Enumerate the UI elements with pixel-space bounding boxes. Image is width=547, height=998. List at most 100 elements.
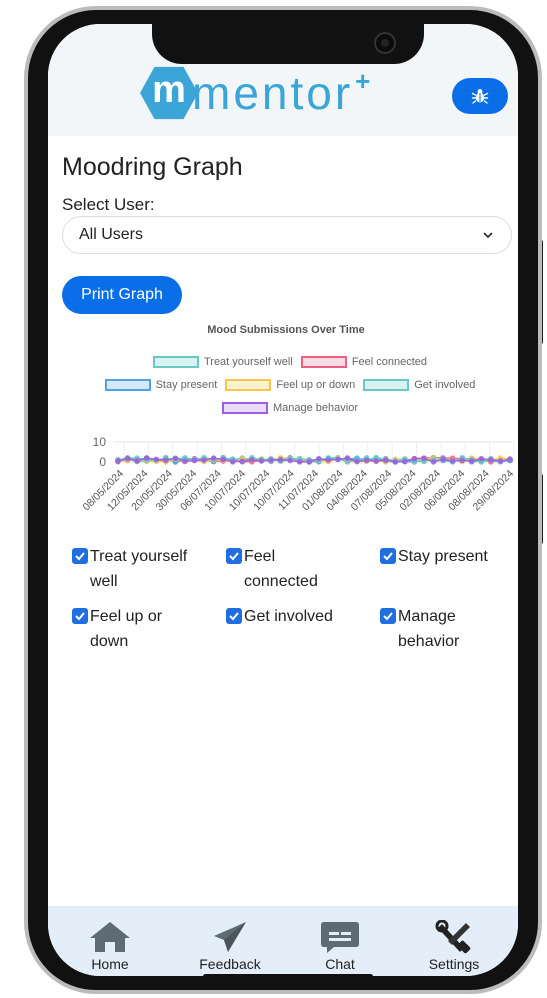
checkbox-icon <box>226 608 242 624</box>
checkbox-icon <box>72 608 88 624</box>
checkbox-icon <box>380 608 396 624</box>
legend-label: Treat yourself well <box>203 356 293 368</box>
logo-text: mentor <box>192 67 354 119</box>
data-point <box>201 457 207 463</box>
checkbox-label: Feel connected <box>244 548 318 590</box>
user-select-value: All Users <box>79 226 144 243</box>
data-point <box>172 455 179 462</box>
select-user-label: Select User: <box>62 195 155 214</box>
app-screen: m mentor + Moodring Graph Select User: A… <box>48 24 518 976</box>
data-point <box>402 458 408 465</box>
legend-swatch <box>104 379 151 391</box>
data-point <box>344 455 351 461</box>
legend-swatch <box>221 402 268 414</box>
data-point <box>229 458 236 465</box>
legend-item[interactable]: Treat yourself well <box>152 356 293 368</box>
data-point <box>220 456 226 463</box>
legend-row-1: Treat yourself well Feel connected <box>60 356 518 368</box>
checkbox-feel-up-or-down[interactable]: Feel up or down <box>72 604 182 654</box>
logo-plus: + <box>355 65 371 96</box>
legend-item[interactable]: Get involved <box>363 379 475 391</box>
checkbox-label: Stay present <box>398 548 488 565</box>
data-point <box>354 458 360 465</box>
checkbox-get-involved[interactable]: Get involved <box>226 604 376 629</box>
checkbox-manage-behavior[interactable]: Manage behavior <box>380 604 480 654</box>
nav-home[interactable]: Home <box>70 920 150 972</box>
phone-frame: m mentor + Moodring Graph Select User: A… <box>24 6 542 994</box>
legend-swatch <box>152 356 199 368</box>
print-graph-button[interactable]: Print Graph <box>62 276 182 314</box>
legend-item[interactable]: Feel connected <box>300 356 427 368</box>
paper-plane-icon <box>214 922 246 952</box>
tools-icon <box>435 920 471 954</box>
y-tick-label: 0 <box>99 455 106 469</box>
data-point <box>182 458 188 465</box>
data-point <box>115 458 121 464</box>
legend-item[interactable]: Feel up or down <box>225 379 355 391</box>
data-point <box>325 457 332 463</box>
camera-icon <box>374 32 396 54</box>
data-point <box>488 457 494 463</box>
nav-chat[interactable]: Chat <box>300 920 380 972</box>
data-point <box>287 457 293 464</box>
data-point <box>421 455 427 462</box>
data-point <box>440 456 446 463</box>
bottom-nav: Home Feedback Chat Settings <box>48 906 518 976</box>
page-title: Moodring Graph <box>62 153 243 181</box>
data-point <box>191 457 198 464</box>
nav-settings-label: Settings <box>428 956 480 972</box>
data-point <box>373 458 379 464</box>
data-point <box>335 456 341 463</box>
data-point <box>134 457 140 464</box>
notch <box>152 24 424 64</box>
legend-item[interactable]: Manage behavior <box>221 402 358 414</box>
data-point <box>124 455 131 462</box>
mood-chart: Mood Submissions Over Time Treat yoursel… <box>60 322 518 532</box>
checkbox-label: Feel up or down <box>90 608 163 650</box>
data-point <box>153 456 160 463</box>
data-point <box>363 457 370 464</box>
checkbox-feel-connected[interactable]: Feel connected <box>226 544 336 594</box>
data-point <box>163 457 169 464</box>
checkbox-icon <box>226 548 242 564</box>
mentor-logo: m mentor + <box>140 62 370 124</box>
checkbox-icon <box>380 548 396 564</box>
data-point <box>459 457 465 464</box>
data-point <box>315 455 322 462</box>
nav-feedback[interactable]: Feedback <box>190 920 270 972</box>
legend-swatch <box>225 379 272 391</box>
nav-feedback-label: Feedback <box>199 956 261 972</box>
legend-label: Stay present <box>155 379 218 391</box>
data-point <box>249 457 255 463</box>
data-point <box>210 455 217 461</box>
legend-label: Feel up or down <box>276 379 356 391</box>
checkbox-stay-present[interactable]: Stay present <box>380 544 518 569</box>
data-point <box>277 456 284 463</box>
chart-plot-area: 10008/05/202412/05/202420/05/202430/05/2… <box>80 435 516 513</box>
legend-row-2: Stay present Feel up or down Get involve… <box>60 379 518 391</box>
bug-report-button[interactable] <box>452 78 508 114</box>
legend-label: Get involved <box>414 379 476 391</box>
legend-swatch <box>300 356 347 368</box>
checkbox-treat-yourself-well[interactable]: Treat yourself well <box>72 544 212 594</box>
data-point <box>306 458 313 465</box>
data-point <box>296 459 303 465</box>
data-point <box>239 458 246 465</box>
bug-icon <box>471 89 489 104</box>
legend-item[interactable]: Stay present <box>104 379 218 391</box>
nav-home-label: Home <box>91 956 129 972</box>
data-point <box>468 458 475 464</box>
data-point <box>143 455 150 461</box>
data-point <box>449 457 456 464</box>
legend-row-3: Manage behavior <box>60 402 518 414</box>
checkbox-label: Get involved <box>244 608 333 625</box>
legend-swatch <box>363 379 410 391</box>
data-point <box>382 457 389 464</box>
data-point <box>430 459 437 465</box>
nav-settings[interactable]: Settings <box>414 920 494 972</box>
user-select[interactable]: All Users <box>62 216 512 254</box>
checkbox-icon <box>72 548 88 564</box>
data-point <box>258 458 265 464</box>
home-icon <box>90 922 130 952</box>
home-indicator <box>203 974 373 976</box>
